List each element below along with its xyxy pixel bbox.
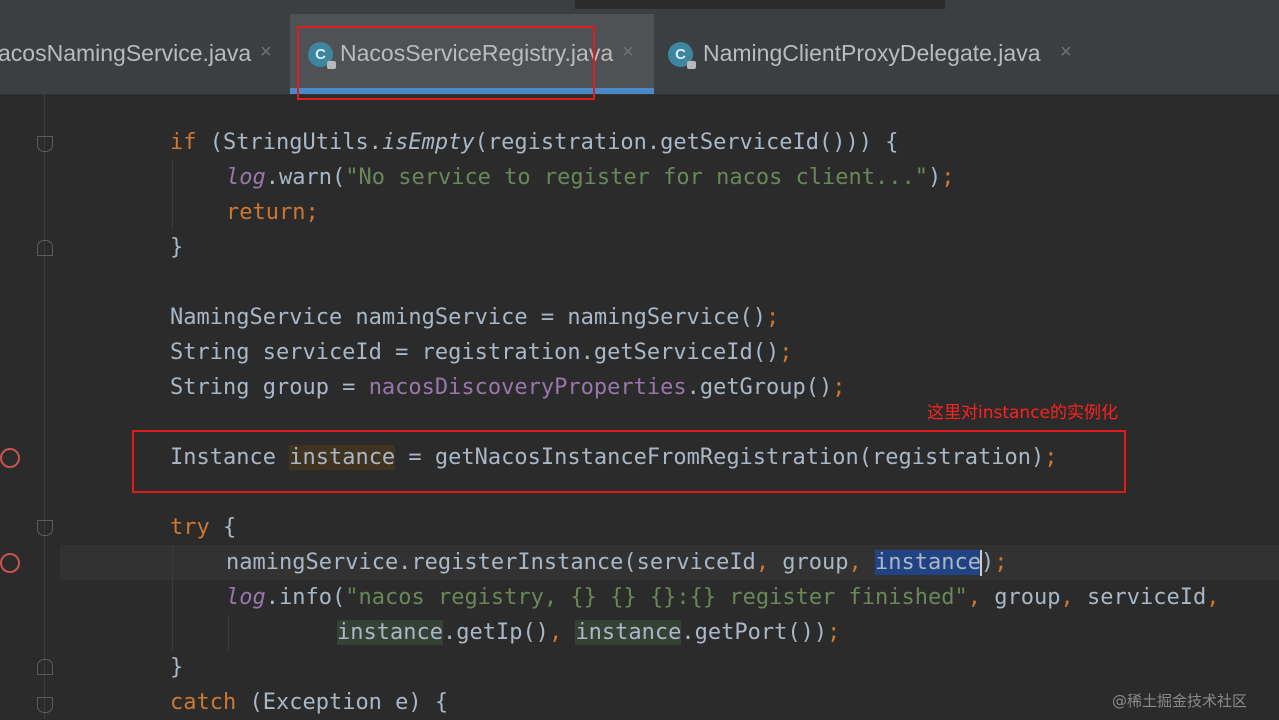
code-highlight-box [132, 430, 1126, 493]
tab-label: NamingClientProxyDelegate.java [703, 40, 1041, 66]
annotation-note: 这里对instance的实例化 [927, 403, 1119, 423]
fold-icon[interactable] [37, 659, 53, 675]
gutter-line [44, 94, 45, 719]
fold-icon[interactable] [37, 697, 53, 713]
watermark: @稀土掘金技术社区 [1112, 692, 1248, 710]
code-line: log.info("nacos registry, {} {} {}:{} re… [226, 585, 1220, 610]
tab-nacos-naming-service[interactable]: acosNamingService.java × [0, 14, 290, 94]
code-line: try { [170, 515, 237, 540]
close-icon[interactable]: × [622, 41, 634, 64]
code-line: } [170, 235, 184, 260]
editor-tab-bar: acosNamingService.java × C NacosServiceR… [0, 14, 1279, 95]
code-line: if (StringUtils.isEmpty(registration.get… [170, 130, 899, 155]
code-line: catch (Exception e) { [170, 690, 449, 715]
code-line: instance.getIp(), instance.getPort()); [337, 620, 841, 645]
top-strip [0, 0, 1279, 14]
code-line: String serviceId = registration.getServi… [170, 340, 793, 365]
tab-label: acosNamingService.java [0, 40, 252, 66]
tab-highlight-box [297, 26, 595, 100]
code-line: log.warn("No service to register for nac… [226, 165, 955, 190]
code-line: String group = nacosDiscoveryProperties.… [170, 375, 846, 400]
fold-icon[interactable] [37, 240, 53, 256]
fold-icon[interactable] [37, 136, 53, 152]
fold-icon[interactable] [37, 520, 53, 536]
code-line: return; [226, 200, 319, 225]
breakpoint-icon[interactable] [0, 553, 20, 573]
top-strip-dark [575, 0, 945, 9]
breakpoint-icon[interactable] [0, 448, 20, 468]
code-line: NamingService namingService = namingServ… [170, 305, 780, 330]
close-icon[interactable]: × [260, 41, 272, 64]
class-icon: C [668, 42, 696, 69]
close-icon[interactable]: × [1060, 41, 1072, 64]
code-line: namingService.registerInstance(serviceId… [226, 550, 1008, 576]
lock-icon [687, 61, 696, 69]
code-line: } [170, 655, 184, 680]
tab-naming-client-proxy-delegate[interactable]: C NamingClientProxyDelegate.java × [654, 14, 1090, 94]
